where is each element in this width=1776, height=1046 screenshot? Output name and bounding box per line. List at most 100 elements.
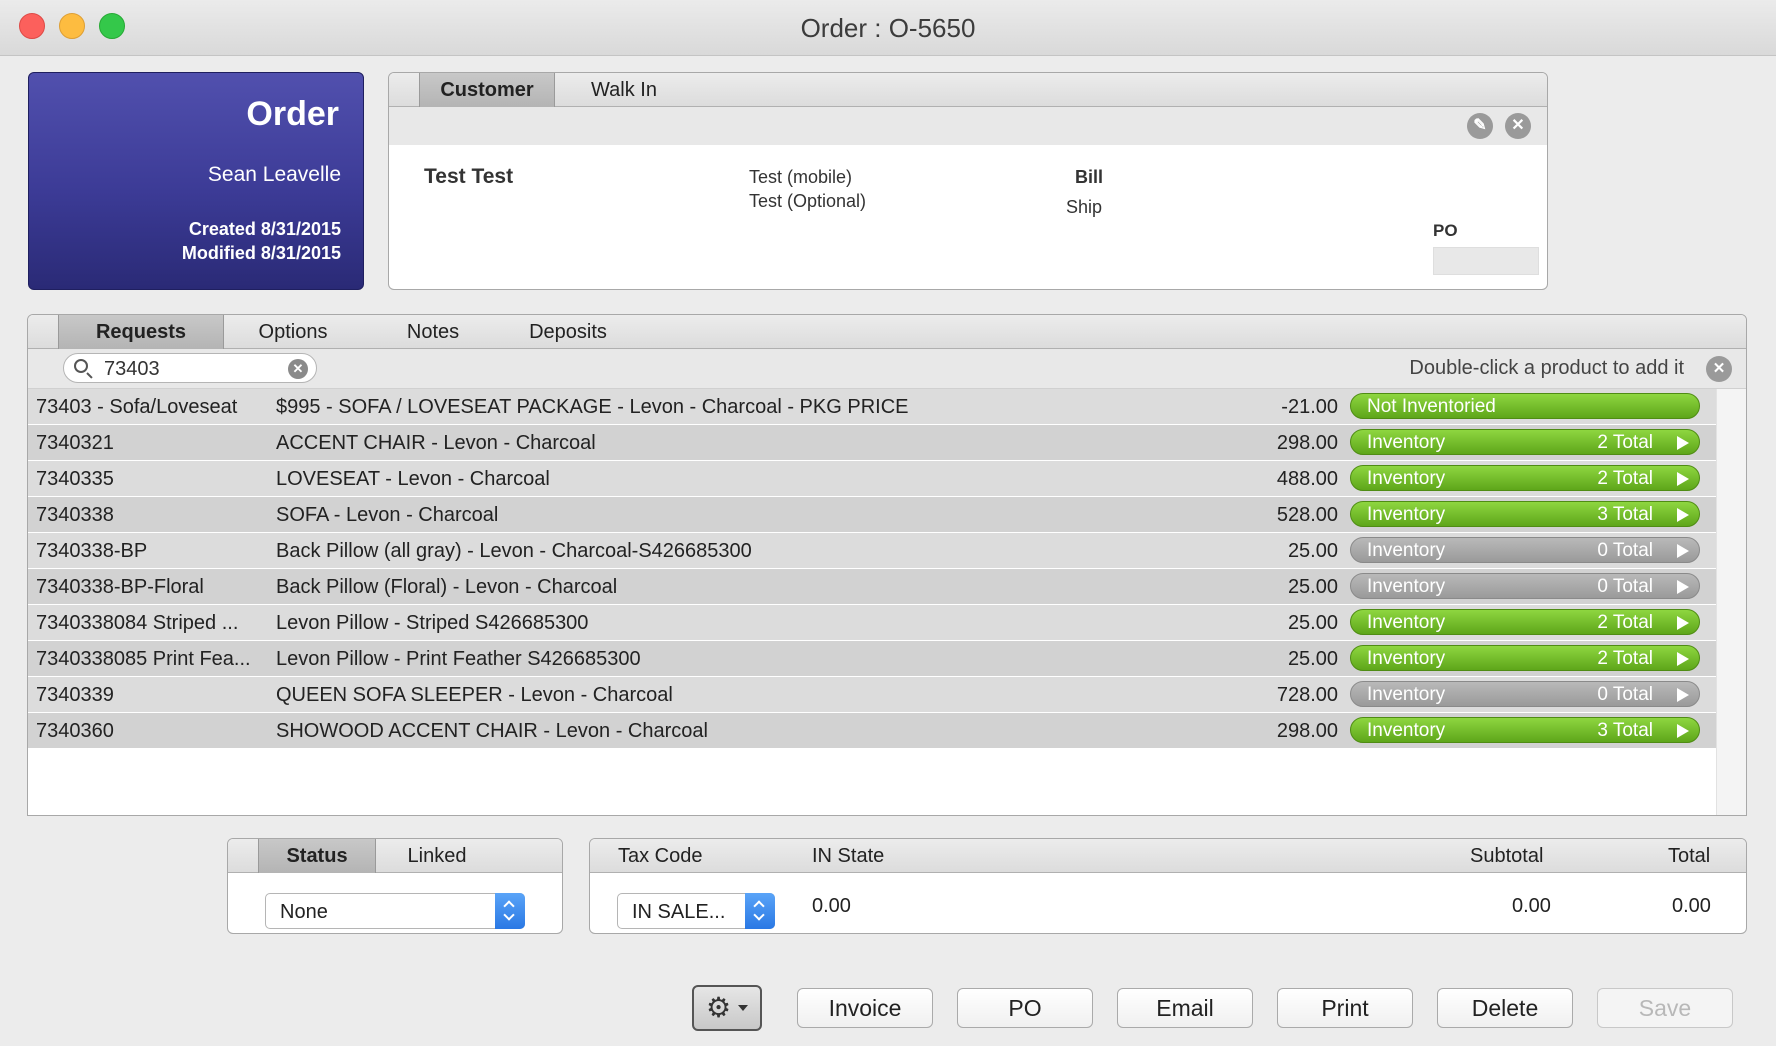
product-row[interactable]: 7340338084 Striped ... Levon Pillow - Str… [28,605,1718,641]
inventory-status-badge[interactable]: Inventory 2 Total [1350,609,1700,635]
disclosure-arrow-icon[interactable] [1677,724,1689,738]
tab-deposits[interactable]: Deposits [503,315,633,349]
product-search-input[interactable]: 73403 ✕ [63,353,317,383]
inventory-status-label: Inventory [1367,540,1446,561]
disclosure-arrow-icon[interactable] [1677,652,1689,666]
product-description: Levon Pillow - Print Feather S426685300 [276,648,641,670]
product-sku: 7340338-BP-Floral [36,576,204,598]
po-field[interactable] [1433,247,1539,275]
disclosure-arrow-icon[interactable] [1677,508,1689,522]
email-button[interactable]: Email [1117,988,1253,1028]
product-price: 25.00 [1287,648,1338,670]
inventory-status-badge[interactable]: Inventory 0 Total [1350,681,1700,707]
search-icon [74,359,88,373]
inventory-status-label: Inventory [1367,576,1446,597]
tab-requests[interactable]: Requests [58,315,224,349]
po-button[interactable]: PO [957,988,1093,1028]
product-description: LOVESEAT - Levon - Charcoal [276,468,550,490]
state-tax-value: 0.00 [812,895,851,917]
product-row[interactable]: 7340335 LOVESEAT - Levon - Charcoal 488.00… [28,461,1718,497]
inventory-status-badge[interactable]: Inventory 2 Total [1350,645,1700,671]
tax-code-stepper-icon[interactable] [745,893,775,929]
inventory-status-badge[interactable]: Inventory 3 Total [1350,717,1700,743]
remove-customer-icon[interactable]: ✕ [1505,113,1531,139]
product-row[interactable]: 7340339 QUEEN SOFA SLEEPER - Levon - Char… [28,677,1718,713]
inventory-status-badge[interactable]: Inventory 2 Total [1350,429,1700,455]
status-select[interactable]: None [265,893,525,929]
inventory-status-label: Not Inventoried [1367,396,1496,417]
product-row[interactable]: 7340360 SHOWOOD ACCENT CHAIR - Levon - Ch… [28,713,1718,749]
disclosure-arrow-icon[interactable] [1677,436,1689,450]
product-row[interactable]: 7340338-BP Back Pillow (all gray) - Levon… [28,533,1718,569]
state-tax-label: IN State [812,845,885,867]
print-button[interactable]: Print [1277,988,1413,1028]
disclosure-arrow-icon[interactable] [1677,616,1689,630]
status-panel: Status Linked None [227,838,563,934]
product-row[interactable]: 73403 - Sofa/Loveseat $995 - SOFA / LOVES… [28,389,1718,425]
subtotal-value: 0.00 [1512,895,1551,917]
product-list-scrollbar[interactable] [1716,389,1746,815]
tab-options[interactable]: Options [228,315,358,349]
inventory-status-badge[interactable]: Not Inventoried [1350,393,1700,419]
inventory-count: 0 Total [1597,540,1653,561]
product-price: 488.00 [1276,468,1338,490]
product-sku: 7340360 [36,720,114,742]
disclosure-arrow-icon[interactable] [1677,472,1689,486]
customer-panel: Customer Walk In ✎ ✕ Test Test Test (mob… [388,72,1548,290]
inventory-status-label: Inventory [1367,468,1446,489]
inventory-status-badge[interactable]: Inventory 2 Total [1350,465,1700,491]
product-price: -21.00 [1281,396,1338,418]
product-sku: 73403 - Sofa/Loveseat [36,396,238,418]
salesperson-name: Sean Leavelle [207,163,341,186]
customer-tab-bar: Customer Walk In [389,73,1547,107]
actions-menu-button[interactable]: ⚙ [692,985,762,1031]
ship-label: Ship [1066,197,1103,217]
save-button[interactable]: Save [1597,988,1733,1028]
clear-search-icon[interactable]: ✕ [288,359,308,379]
created-date: Created 8/31/2015 [188,219,341,239]
inventory-count: 3 Total [1597,504,1653,525]
tab-status[interactable]: Status [258,839,376,873]
invoice-button[interactable]: Invoice [797,988,933,1028]
tab-linked[interactable]: Linked [378,839,496,873]
delete-button[interactable]: Delete [1437,988,1573,1028]
disclosure-arrow-icon[interactable] [1677,688,1689,702]
edit-customer-icon[interactable]: ✎ [1467,113,1493,139]
customer-phone-mobile: Test (mobile) [749,167,853,187]
tab-walk-in[interactable]: Walk In [559,73,689,107]
inventory-status-label: Inventory [1367,504,1446,525]
product-price: 528.00 [1276,504,1338,526]
product-row[interactable]: 7340338085 Print Fea... Levon Pillow - Pr… [28,641,1718,677]
product-row[interactable]: 7340321 ACCENT CHAIR - Levon - Charcoal 29… [28,425,1718,461]
inventory-count: 2 Total [1597,648,1653,669]
gear-icon: ⚙ [706,992,732,1023]
title-bar: Order : O-5650 [0,0,1776,56]
product-row[interactable]: 7340338 SOFA - Levon - Charcoal 528.00 Inve… [28,497,1718,533]
subtotal-label: Subtotal [1470,845,1544,867]
inventory-status-badge[interactable]: Inventory 0 Total [1350,537,1700,563]
requests-panel: Requests Options Notes Deposits 73403 ✕ … [27,314,1747,816]
tab-customer[interactable]: Customer [419,73,555,107]
product-price: 25.00 [1287,612,1338,634]
customer-name: Test Test [424,165,514,188]
bill-label: Bill [1075,167,1104,187]
close-search-icon[interactable]: ✕ [1706,356,1732,382]
product-row[interactable]: 7340338-BP-Floral Back Pillow (Floral) - … [28,569,1718,605]
inventory-status-label: Inventory [1367,432,1446,453]
tax-code-select[interactable]: IN SALE... [617,893,775,929]
product-description: $995 - SOFA / LOVESEAT PACKAGE - Levon -… [276,396,909,418]
inventory-status-badge[interactable]: Inventory 3 Total [1350,501,1700,527]
inventory-status-badge[interactable]: Inventory 0 Total [1350,573,1700,599]
product-description: SOFA - Levon - Charcoal [276,504,499,526]
status-select-stepper-icon[interactable] [495,893,525,929]
tab-notes[interactable]: Notes [368,315,498,349]
product-description: SHOWOOD ACCENT CHAIR - Levon - Charcoal [276,720,708,742]
customer-toolbar: ✎ ✕ [389,107,1547,145]
product-price: 25.00 [1287,576,1338,598]
disclosure-arrow-icon[interactable] [1677,544,1689,558]
disclosure-arrow-icon[interactable] [1677,580,1689,594]
order-card-title: Order [246,95,339,133]
totals-header: Tax Code IN State Subtotal Total [590,839,1746,873]
inventory-status-label: Inventory [1367,612,1446,633]
status-tab-bar: Status Linked [228,839,562,873]
